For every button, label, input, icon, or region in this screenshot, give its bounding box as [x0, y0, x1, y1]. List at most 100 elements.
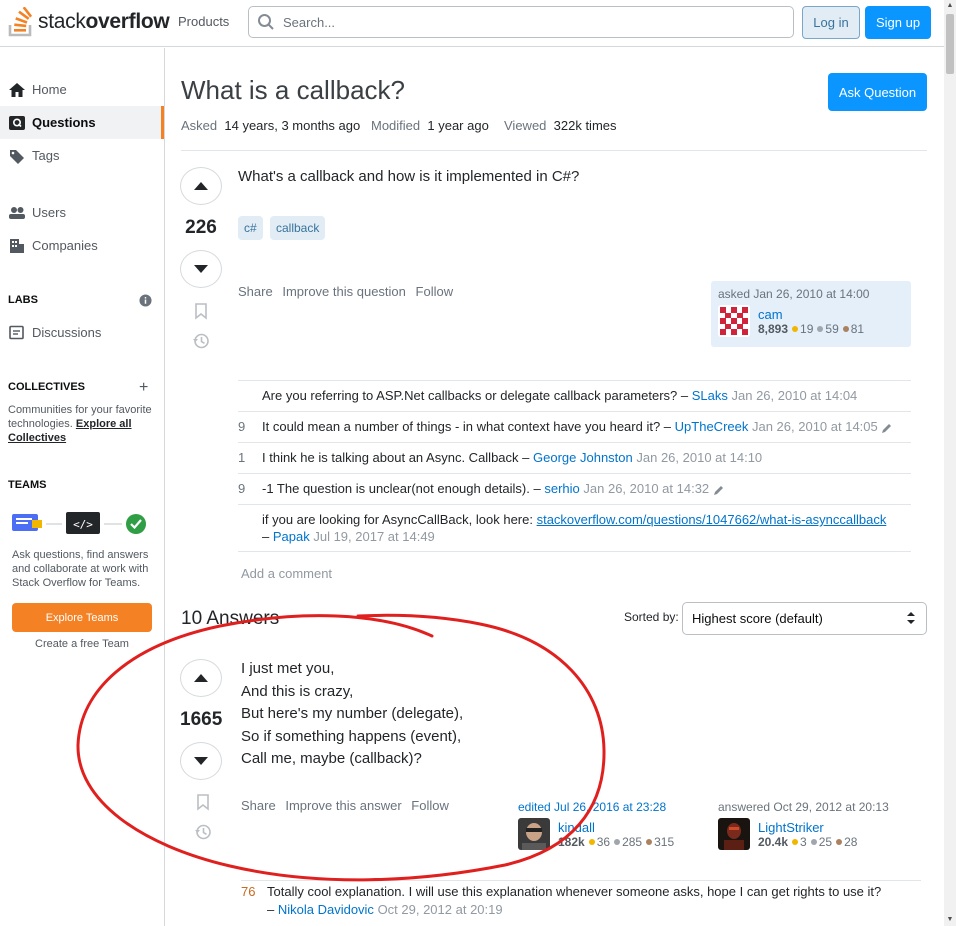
comment-user-link[interactable]: serhio — [544, 481, 579, 496]
user-reputation: 8,893 19 59 81 — [758, 321, 865, 336]
history-icon[interactable] — [192, 332, 210, 350]
labs-heading: LABS — [8, 294, 38, 306]
answer-comment: 76 Totally cool explanation. I will use … — [241, 880, 921, 919]
comment-user-link[interactable]: UpTheCreek — [675, 419, 749, 434]
gold-badge-icon — [792, 326, 799, 333]
sort-selected-value: Highest score (default) — [692, 611, 823, 626]
sidebar-item-label: Users — [32, 205, 66, 220]
explore-teams-button[interactable]: Explore Teams — [12, 603, 152, 632]
sidebar-item-questions[interactable]: Questions — [0, 106, 164, 139]
question-body: What's a callback and how is it implemen… — [238, 168, 580, 185]
create-team-link[interactable]: Create a free Team — [0, 638, 164, 650]
history-icon[interactable] — [194, 823, 212, 841]
home-icon — [8, 81, 26, 99]
teams-illustration-icon: </> — [12, 512, 146, 534]
logo-text: stackoverflow — [38, 10, 170, 33]
sort-caret-icon — [907, 612, 915, 624]
user-name-link[interactable]: kindall — [558, 820, 674, 835]
comment: 9 It could mean a number of things - in … — [238, 411, 911, 442]
comment-date[interactable]: Jul 19, 2017 at 14:49 — [313, 529, 434, 544]
upvote-answer-button[interactable] — [180, 659, 222, 697]
scroll-down-arrow-icon[interactable]: ▼ — [946, 916, 954, 924]
arrow-up-icon — [194, 674, 208, 682]
sidebar-item-users[interactable]: Users — [0, 196, 164, 229]
arrow-down-icon — [194, 265, 208, 273]
gold-badge-icon — [792, 839, 799, 846]
comment-user-link[interactable]: Nikola Davidovic — [278, 902, 374, 917]
edited-time-link[interactable]: edited Jul 26, 2016 at 23:28 — [518, 800, 718, 814]
improve-answer-link[interactable]: Improve this answer — [285, 798, 401, 813]
pencil-icon[interactable] — [881, 422, 893, 434]
search-input[interactable]: Search... — [248, 6, 794, 38]
bookmark-icon[interactable] — [192, 302, 210, 320]
sidebar-item-tags[interactable]: Tags — [0, 139, 164, 172]
companies-icon — [8, 237, 26, 255]
comment-date[interactable]: Jan 26, 2010 at 14:10 — [636, 450, 762, 465]
avatar[interactable] — [718, 305, 750, 337]
comment: Are you referring to ASP.Net callbacks o… — [238, 380, 911, 411]
answered-time: answered Oct 29, 2012 at 20:13 — [718, 800, 889, 814]
upvote-question-button[interactable] — [180, 167, 222, 205]
scroll-thumb[interactable] — [946, 14, 954, 74]
collectives-description: Communities for your favorite technologi… — [8, 404, 152, 444]
sidebar-item-discussions[interactable]: Discussions — [0, 316, 164, 349]
comment-date[interactable]: Jan 26, 2010 at 14:05 — [752, 419, 878, 434]
signup-button[interactable]: Sign up — [865, 6, 931, 39]
login-button[interactable]: Log in — [802, 6, 860, 39]
sidebar-item-companies[interactable]: Companies — [0, 229, 164, 262]
user-reputation: 182k 36 285 315 — [558, 834, 675, 849]
top-bar: stackoverflow Products Search... Log in … — [0, 0, 944, 47]
arrow-up-icon — [194, 182, 208, 190]
tag-csharp[interactable]: c# — [238, 216, 263, 240]
pencil-icon[interactable] — [713, 484, 725, 496]
tag-callback[interactable]: callback — [270, 216, 326, 240]
collectives-heading: COLLECTIVES — [8, 381, 86, 393]
add-comment-link[interactable]: Add a comment — [241, 566, 332, 581]
comment-user-link[interactable]: Papak — [273, 529, 310, 544]
ask-question-button[interactable]: Ask Question — [828, 73, 927, 111]
silver-badge-icon — [817, 326, 824, 333]
gold-badge-icon — [588, 839, 595, 846]
scroll-up-arrow-icon[interactable]: ▲ — [946, 2, 954, 10]
stackoverflow-logo[interactable]: stackoverflow — [8, 6, 170, 38]
viewed-meta: Viewed 322k times — [504, 118, 617, 133]
search-icon — [258, 14, 274, 30]
questions-icon — [8, 114, 26, 132]
products-menu[interactable]: Products — [170, 6, 237, 38]
avatar[interactable] — [518, 818, 550, 850]
comment-user-link[interactable]: George Johnston — [533, 450, 633, 465]
follow-link[interactable]: Follow — [411, 798, 449, 813]
downvote-answer-button[interactable] — [180, 742, 222, 780]
sidebar-item-home[interactable]: Home — [0, 73, 164, 106]
share-link[interactable]: Share — [241, 798, 276, 813]
comment-date[interactable]: Jan 26, 2010 at 14:04 — [732, 388, 858, 403]
info-icon[interactable] — [139, 294, 152, 310]
asked-meta: Asked 14 years, 3 months ago — [181, 118, 361, 133]
comment-user-link[interactable]: SLaks — [692, 388, 728, 403]
discussions-icon — [8, 324, 26, 342]
asked-time: asked Jan 26, 2010 at 14:00 — [718, 287, 870, 301]
bookmark-icon[interactable] — [194, 793, 212, 811]
comment-date[interactable]: Oct 29, 2012 at 20:19 — [378, 902, 503, 917]
avatar[interactable] — [718, 818, 750, 850]
svg-text:</>: </> — [73, 518, 93, 531]
sidebar-item-label: Home — [32, 82, 67, 97]
comment-score: 9 — [238, 419, 246, 434]
share-link[interactable]: Share — [238, 284, 273, 299]
plus-icon[interactable]: + — [139, 379, 148, 397]
scrollbar[interactable]: ▲ ▼ — [944, 0, 956, 926]
user-name-link[interactable]: cam — [758, 307, 864, 322]
arrow-down-icon — [194, 757, 208, 765]
stackoverflow-logo-icon — [8, 7, 33, 37]
user-name-link[interactable]: LightStriker — [758, 820, 857, 835]
improve-question-link[interactable]: Improve this question — [282, 284, 406, 299]
comment-score: 9 — [238, 481, 246, 496]
downvote-question-button[interactable] — [180, 250, 222, 288]
comment-url-link[interactable]: stackoverflow.com/questions/1047662/what… — [537, 512, 887, 527]
comment-date[interactable]: Jan 26, 2010 at 14:32 — [583, 481, 709, 496]
comment-score: 1 — [238, 450, 246, 465]
sidebar-item-label: Companies — [32, 238, 98, 253]
sidebar-item-label: Tags — [32, 148, 60, 163]
follow-link[interactable]: Follow — [416, 284, 454, 299]
sort-select[interactable]: Highest score (default) — [682, 602, 927, 635]
